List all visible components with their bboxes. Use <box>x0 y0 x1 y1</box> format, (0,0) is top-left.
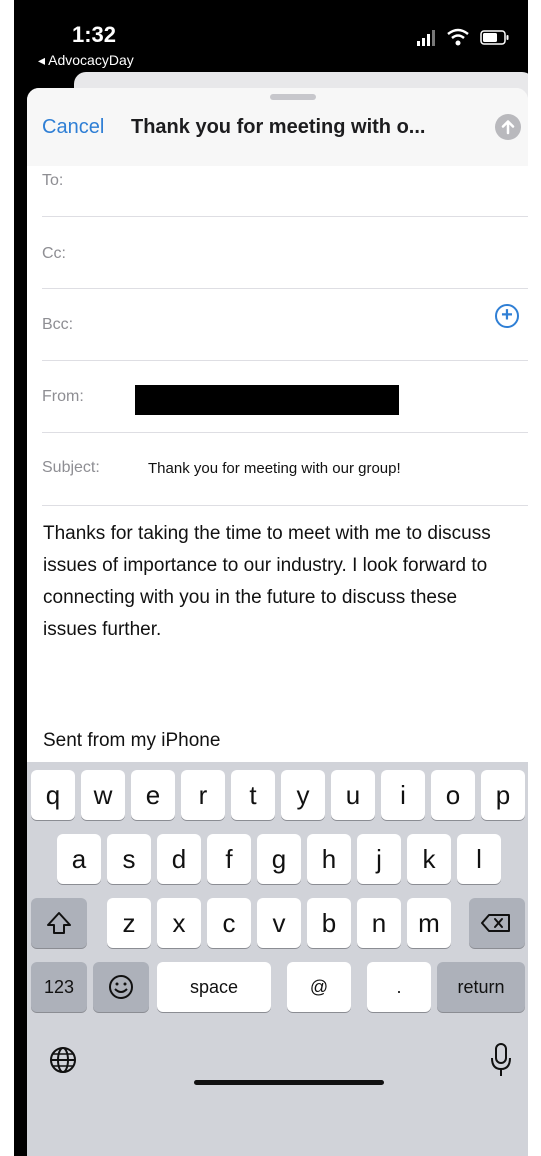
status-bar: 1:32 ◂ AdvocacyDay <box>14 0 528 80</box>
numbers-key[interactable]: 123 <box>31 962 87 1012</box>
subject-field[interactable]: Subject: Thank you for meeting with our … <box>42 433 528 506</box>
add-contact-button[interactable]: + <box>495 304 519 328</box>
wifi-icon <box>447 28 469 46</box>
bcc-label: Bcc: <box>42 316 74 333</box>
key[interactable]: h <box>307 834 351 884</box>
status-time: 1:32 <box>72 22 117 47</box>
battery-icon <box>480 30 509 45</box>
subject-input[interactable]: Thank you for meeting with our group! <box>148 460 401 477</box>
signal-icon <box>417 30 435 46</box>
key[interactable]: c <box>207 898 251 948</box>
key[interactable]: o <box>431 770 475 820</box>
emoji-icon <box>109 975 133 999</box>
key[interactable]: r <box>181 770 225 820</box>
key[interactable]: k <box>407 834 451 884</box>
signature[interactable]: Sent from my iPhone <box>43 730 220 752</box>
cc-field[interactable]: Cc: <box>42 217 528 289</box>
key[interactable]: t <box>231 770 275 820</box>
from-label: From: <box>42 388 84 405</box>
key[interactable]: e <box>131 770 175 820</box>
redacted-sender <box>135 385 399 415</box>
key[interactable]: q <box>31 770 75 820</box>
emoji-key[interactable] <box>93 962 149 1012</box>
to-field[interactable]: To: <box>42 166 528 217</box>
period-key[interactable]: . <box>367 962 431 1012</box>
key[interactable]: l <box>457 834 501 884</box>
arrow-up-icon <box>501 120 515 135</box>
compose-header: Cancel Thank you for meeting with o... <box>27 88 528 166</box>
delete-icon <box>481 914 510 932</box>
sheet-grabber[interactable] <box>270 94 316 100</box>
key[interactable]: j <box>357 834 401 884</box>
phone-screen: 1:32 ◂ AdvocacyDay Cancel Thank you for … <box>14 0 528 1156</box>
microphone-icon[interactable] <box>487 1042 515 1078</box>
keyboard: q w e r t y u i o p a s d f g h j k l z … <box>27 762 528 1156</box>
compose-title: Thank you for meeting with o... <box>131 116 426 138</box>
globe-icon[interactable] <box>47 1044 79 1076</box>
key[interactable]: s <box>107 834 151 884</box>
delete-key[interactable] <box>469 898 525 948</box>
key[interactable]: d <box>157 834 201 884</box>
shift-icon <box>47 912 71 934</box>
key[interactable]: b <box>307 898 351 948</box>
key[interactable]: y <box>281 770 325 820</box>
shift-key[interactable] <box>31 898 87 948</box>
send-button[interactable] <box>495 114 521 140</box>
bcc-field[interactable]: Bcc: + <box>42 289 528 361</box>
key[interactable]: z <box>107 898 151 948</box>
key[interactable]: p <box>481 770 525 820</box>
back-to-app-link[interactable]: ◂ AdvocacyDay <box>38 52 134 69</box>
key[interactable]: w <box>81 770 125 820</box>
at-key[interactable]: @ <box>287 962 351 1012</box>
message-body[interactable]: Thanks for taking the time to meet with … <box>43 518 513 646</box>
key[interactable]: u <box>331 770 375 820</box>
from-field[interactable]: From: <box>42 361 528 433</box>
subject-label: Subject: <box>42 459 100 476</box>
key[interactable]: x <box>157 898 201 948</box>
key[interactable]: g <box>257 834 301 884</box>
cancel-button[interactable]: Cancel <box>42 116 104 139</box>
key[interactable]: i <box>381 770 425 820</box>
return-key[interactable]: return <box>437 962 525 1012</box>
space-key[interactable]: space <box>157 962 271 1012</box>
key[interactable]: f <box>207 834 251 884</box>
to-label: To: <box>42 172 64 189</box>
home-indicator[interactable] <box>194 1080 384 1085</box>
key[interactable]: v <box>257 898 301 948</box>
key[interactable]: m <box>407 898 451 948</box>
key[interactable]: n <box>357 898 401 948</box>
key[interactable]: a <box>57 834 101 884</box>
cc-label: Cc: <box>42 245 66 262</box>
